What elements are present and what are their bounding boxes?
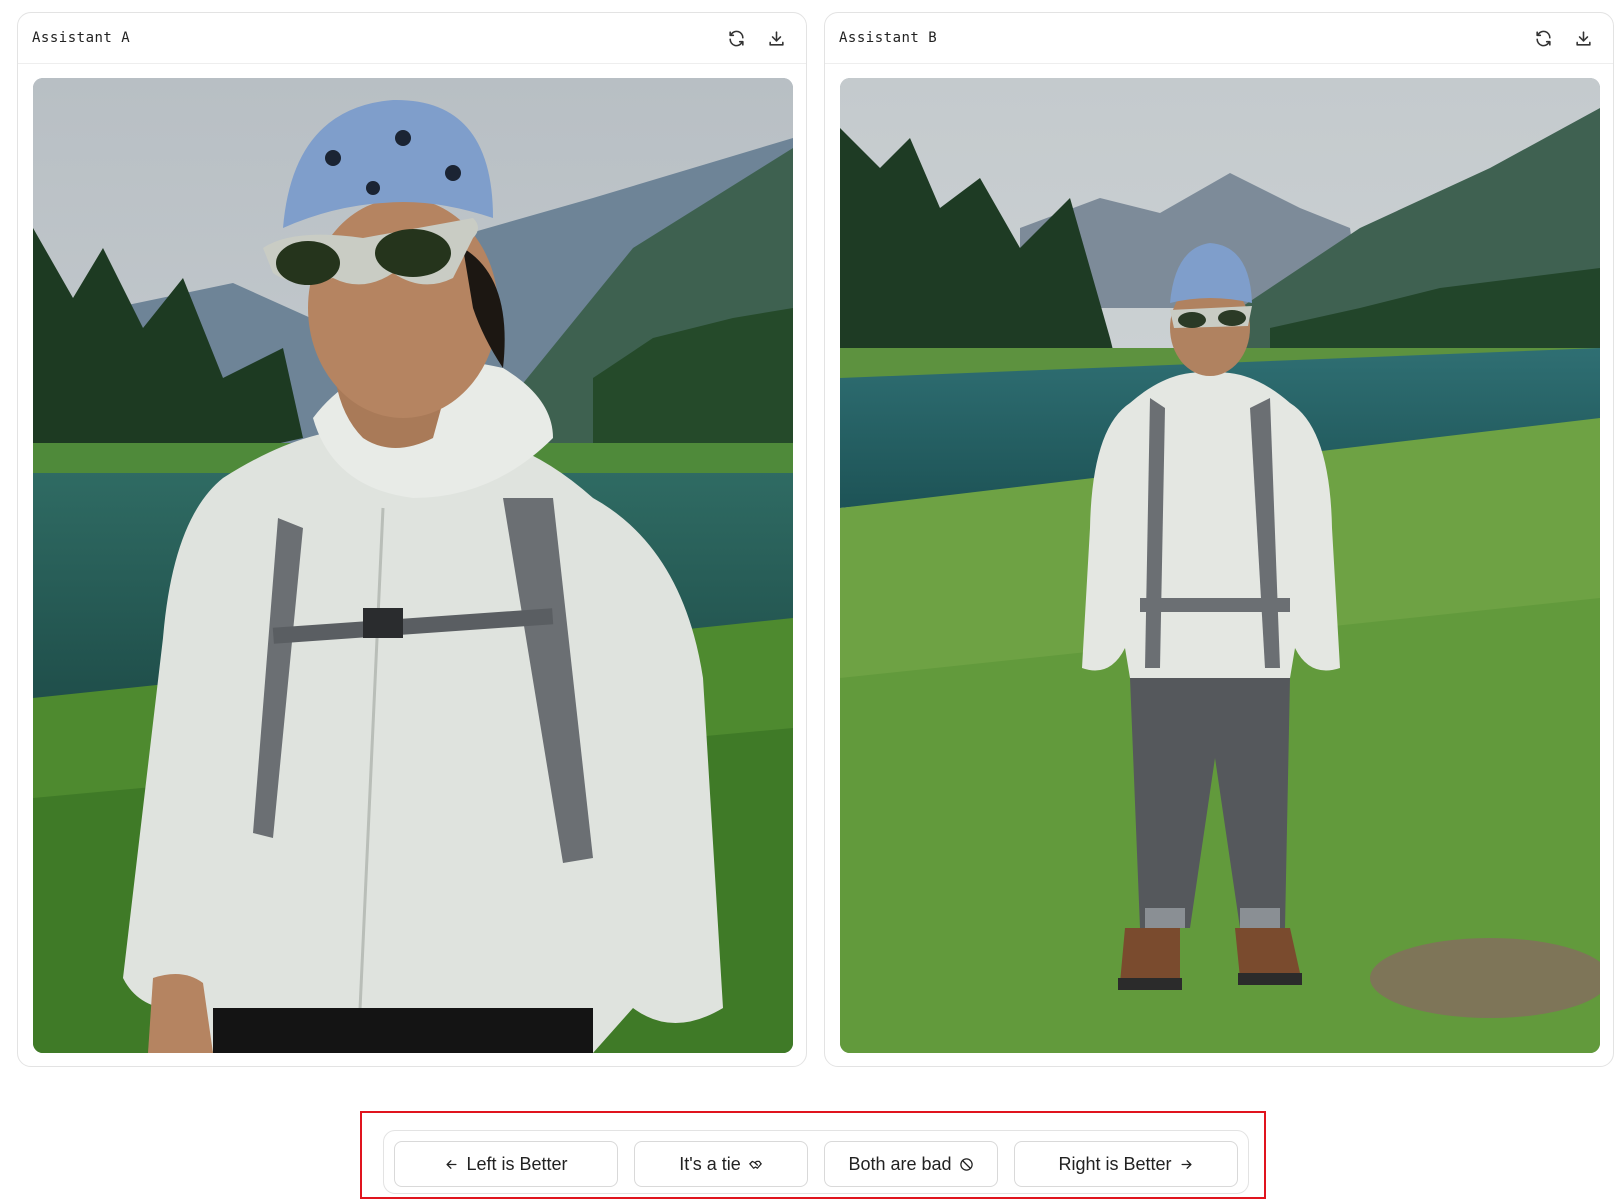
tie-label: It's a tie (679, 1153, 741, 1174)
generated-image (840, 78, 1600, 1053)
generated-image (33, 78, 793, 1053)
refresh-icon[interactable] (724, 26, 748, 50)
download-icon[interactable] (1571, 26, 1595, 50)
panel-title: Assistant B (839, 30, 938, 46)
tie-button[interactable]: It's a tie (634, 1141, 808, 1187)
vote-bar: Left is Better It's a tie Both are bad R… (383, 1130, 1249, 1194)
assistant-b-panel: Assistant B (824, 12, 1614, 1067)
left-is-better-label: Left is Better (466, 1153, 568, 1174)
both-are-bad-button[interactable]: Both are bad (824, 1141, 998, 1187)
left-is-better-button[interactable]: Left is Better (394, 1141, 618, 1187)
hiker-closeup-image (33, 78, 793, 1053)
right-is-better-button[interactable]: Right is Better (1014, 1141, 1238, 1187)
hiker-fullbody-image (840, 78, 1600, 1053)
arrow-right-icon (1179, 1157, 1194, 1172)
panel-header: Assistant B (825, 13, 1613, 64)
panel-header: Assistant A (18, 13, 806, 64)
ban-icon (959, 1157, 974, 1172)
download-icon[interactable] (764, 26, 788, 50)
arrow-left-icon (444, 1157, 459, 1172)
handshake-icon (748, 1157, 763, 1172)
right-is-better-label: Right is Better (1058, 1153, 1172, 1174)
assistant-a-panel: Assistant A (17, 12, 807, 1067)
panel-title: Assistant A (32, 30, 131, 46)
refresh-icon[interactable] (1531, 26, 1555, 50)
both-are-bad-label: Both are bad (848, 1153, 952, 1174)
